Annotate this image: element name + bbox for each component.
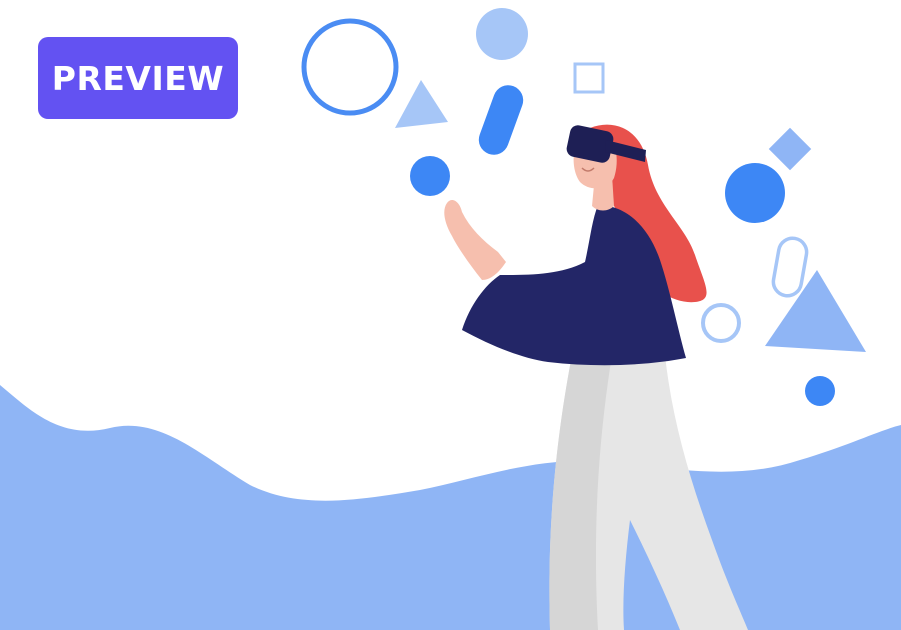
outline-square-icon: [573, 62, 605, 94]
preview-badge: PREVIEW: [38, 37, 238, 119]
outline-ring-icon: [701, 303, 741, 343]
triangle-icon: [765, 270, 866, 352]
wave-background: [0, 385, 901, 630]
pill-icon: [478, 85, 524, 155]
outline-pill-icon: [771, 236, 809, 298]
circle-icon: [805, 376, 835, 406]
circle-icon: [410, 156, 450, 196]
preview-badge-label: PREVIEW: [51, 58, 225, 98]
diamond-icon: [768, 127, 812, 171]
arm: [444, 199, 506, 280]
outline-circle-icon: [301, 18, 399, 116]
circle-icon: [725, 163, 785, 223]
circle-icon: [476, 8, 528, 60]
triangle-icon: [395, 80, 448, 128]
